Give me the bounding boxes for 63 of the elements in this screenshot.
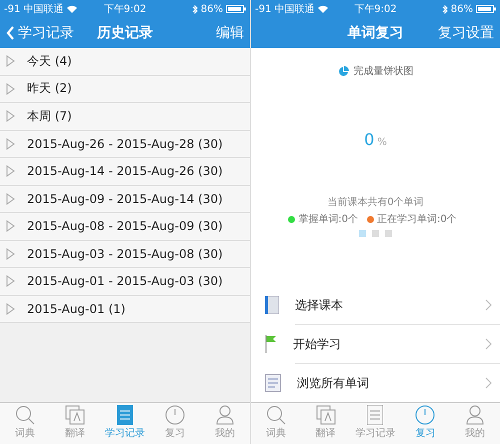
history-row[interactable]: 昨天 (2) <box>0 76 250 103</box>
triangle-icon <box>6 275 15 288</box>
legend-label: 掌握单词:0个 <box>298 212 358 226</box>
pie-chart-icon <box>338 66 348 76</box>
history-row[interactable]: 2015-Aug-08 - 2015-Aug-09 (30) <box>0 213 250 240</box>
bluetooth-icon <box>192 4 198 14</box>
person-icon <box>216 405 234 425</box>
clock-icon <box>415 405 436 425</box>
chevron-icon <box>485 377 492 389</box>
flag-icon <box>265 335 277 353</box>
cards-icon <box>316 405 336 425</box>
chevron-icon <box>485 338 492 350</box>
page-indicator[interactable] <box>385 230 392 237</box>
battery-icon <box>476 5 496 13</box>
status-time: 下午9:02 <box>354 3 397 16</box>
wifi-icon <box>318 5 328 13</box>
search-icon <box>15 405 35 425</box>
history-row[interactable]: 2015-Aug-03 - 2015-Aug-08 (30) <box>0 240 250 268</box>
carrier-signal: -91 中国联通 <box>255 2 315 16</box>
page-indicator[interactable] <box>359 230 366 237</box>
triangle-icon <box>6 138 15 150</box>
triangle-icon <box>6 55 15 68</box>
chevron-icon <box>485 299 492 311</box>
carrier-signal: -91 中国联通 <box>4 2 64 16</box>
notes-icon <box>367 405 384 425</box>
history-row[interactable]: 2015-Aug-26 - 2015-Aug-28 (30) <box>0 130 250 158</box>
chart-title: 完成量饼状图 <box>354 64 414 78</box>
notes-icon <box>117 405 133 425</box>
battery-percent: 86% <box>200 4 223 14</box>
percent-value: 0 <box>364 130 374 149</box>
triangle-icon <box>6 302 15 315</box>
battery-percent: 86% <box>450 4 473 14</box>
page-indicator[interactable] <box>372 230 379 237</box>
word-summary: 当前课本共有0个单词 <box>326 196 425 209</box>
history-row[interactable]: 本周 (7) <box>0 103 250 130</box>
battery-icon <box>226 5 246 13</box>
triangle-icon <box>6 165 15 178</box>
person-icon <box>466 405 484 425</box>
triangle-icon <box>6 110 15 122</box>
triangle-icon <box>6 82 15 95</box>
menu-item[interactable]: 选择课本 <box>251 286 500 324</box>
document-icon <box>265 374 281 392</box>
legend-label: 正在学习单词:0个 <box>377 212 457 226</box>
triangle-icon <box>6 192 15 205</box>
triangle-icon <box>6 220 15 232</box>
triangle-icon <box>6 248 15 260</box>
history-row[interactable]: 2015-Aug-09 - 2015-Aug-14 (30) <box>0 186 250 213</box>
search-icon <box>266 405 286 425</box>
history-row[interactable]: 2015-Aug-14 - 2015-Aug-26 (30) <box>0 158 250 186</box>
nav-title: 历史记录 <box>97 24 153 42</box>
cards-icon <box>65 405 85 425</box>
percent-unit: % <box>377 137 387 148</box>
history-row[interactable]: 2015-Aug-01 (1) <box>0 296 250 323</box>
nav-title: 单词复习 <box>348 24 404 42</box>
clock-icon <box>165 405 185 425</box>
status-time: 下午9:02 <box>104 3 146 16</box>
bluetooth-icon <box>442 4 448 14</box>
history-row[interactable]: 今天 (4) <box>0 48 250 76</box>
menu-item[interactable]: 开始学习 <box>295 324 500 363</box>
history-row[interactable]: 2015-Aug-01 - 2015-Aug-03 (30) <box>0 268 250 296</box>
chevron-left-icon <box>6 26 15 40</box>
book-icon <box>265 296 279 314</box>
wifi-icon <box>66 5 77 13</box>
